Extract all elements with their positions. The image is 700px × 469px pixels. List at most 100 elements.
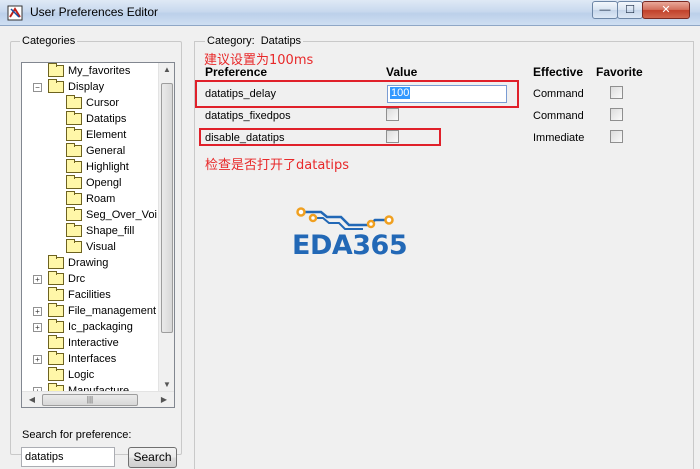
folder-icon <box>48 63 64 77</box>
folder-icon <box>48 367 64 381</box>
folder-icon <box>66 127 82 141</box>
tree-item-label: Interfaces <box>68 353 117 365</box>
category-tree[interactable]: My_favorites − Display Cursor Datatips Elemen… <box>21 62 175 408</box>
favorite-checkbox-datatips-delay[interactable] <box>610 86 623 99</box>
expand-icon[interactable]: + <box>33 307 42 316</box>
folder-icon <box>48 271 64 285</box>
vertical-scroll-thumb[interactable] <box>161 83 173 333</box>
tree-item-label: Drc <box>68 273 86 285</box>
categories-label: Categories <box>20 35 78 47</box>
tree-item-logic[interactable]: Logic <box>22 367 160 383</box>
tree-item-label: Highlight <box>86 161 129 173</box>
tree-item-label: Drawing <box>68 257 109 269</box>
category-value: Datatips <box>260 35 302 47</box>
collapse-icon[interactable]: − <box>33 83 42 92</box>
minimize-button[interactable]: — <box>592 1 618 19</box>
folder-icon <box>66 175 82 189</box>
tree-item-opengl[interactable]: Opengl <box>22 175 160 191</box>
preference-column-header: Preference <box>205 65 268 79</box>
tree-item-label: Shape_fill <box>86 225 135 237</box>
tree-item-datatips[interactable]: Datatips <box>22 111 160 127</box>
expand-icon[interactable]: + <box>33 323 42 332</box>
close-button[interactable]: ✕ <box>642 1 690 19</box>
scroll-right-arrow-icon[interactable]: ▶ <box>156 395 172 404</box>
tree-item-highlight[interactable]: Highlight <box>22 159 160 175</box>
eda365-logo-text: EDA365 <box>292 230 408 261</box>
tree-item-interfaces[interactable]: + Interfaces <box>22 351 160 367</box>
scroll-down-arrow-icon[interactable]: ▼ <box>159 380 174 389</box>
search-input[interactable] <box>21 447 115 467</box>
tree-item-drc[interactable]: + Drc <box>22 271 160 287</box>
favorite-checkbox-disable-datatips[interactable] <box>610 130 623 143</box>
value-column-header: Value <box>386 65 418 79</box>
tree-item-label: Roam <box>86 193 116 205</box>
tree-item-label: Visual <box>86 241 116 253</box>
effective-datatips-fixedpos: Command <box>533 110 584 122</box>
folder-icon <box>48 319 64 333</box>
folder-icon <box>66 207 82 221</box>
tree-item-label: My_favorites <box>68 65 131 77</box>
tree-item-manufacture[interactable]: +Manufacture <box>22 383 160 391</box>
title-bar: User Preferences Editor — ☐ ✕ <box>0 0 700 26</box>
tree-item-my-favorites[interactable]: My_favorites <box>22 63 160 79</box>
tree-item-visual[interactable]: Visual <box>22 239 160 255</box>
horizontal-scroll-thumb[interactable]: ||| <box>42 394 138 406</box>
tree-item-general[interactable]: General <box>22 143 160 159</box>
tree-item-label: Datatips <box>86 113 127 125</box>
app-icon <box>7 5 23 21</box>
search-label: Search for preference: <box>22 429 132 441</box>
tree-item-file-management[interactable]: + File_management <box>22 303 160 319</box>
favorite-column-header: Favorite <box>596 65 643 79</box>
category-header: Category: Datatips <box>205 35 304 47</box>
folder-icon <box>66 159 82 173</box>
tree-item-label: Display <box>68 81 105 93</box>
expand-icon[interactable]: + <box>33 275 42 284</box>
folder-icon <box>66 143 82 157</box>
tree-horizontal-scrollbar[interactable]: ◀ ||| ▶ <box>22 391 174 407</box>
tree-item-label: Element <box>86 129 127 141</box>
folder-icon <box>48 255 64 269</box>
tree-rows: My_favorites − Display Cursor Datatips Elemen… <box>22 63 160 391</box>
folder-icon <box>66 223 82 237</box>
scroll-left-arrow-icon[interactable]: ◀ <box>24 395 40 404</box>
expand-icon[interactable]: + <box>33 355 42 364</box>
tree-item-roam[interactable]: Roam <box>22 191 160 207</box>
tree-item-label: General <box>86 145 126 157</box>
folder-icon <box>48 287 64 301</box>
annotation-note-check: 检查是否打开了datatips <box>205 158 350 173</box>
annotation-box-disable-datatips <box>199 128 441 146</box>
tree-item-interactive[interactable]: Interactive <box>22 335 160 351</box>
tree-item-drawing[interactable]: Drawing <box>22 255 160 271</box>
folder-icon <box>66 111 82 125</box>
tree-item-ic-packaging[interactable]: + Ic_packaging <box>22 319 160 335</box>
folder-icon <box>48 351 64 365</box>
annotation-box-datatips-delay <box>195 80 519 108</box>
tree-item-label: Ic_packaging <box>68 321 133 333</box>
effective-column-header: Effective <box>533 65 584 79</box>
datatips-fixedpos-checkbox[interactable] <box>386 108 399 121</box>
tree-item-display[interactable]: − Display <box>22 79 160 95</box>
maximize-button[interactable]: ☐ <box>617 1 643 19</box>
tree-vertical-scrollbar[interactable]: ▲ ▼ <box>158 63 174 391</box>
tree-item-facilities[interactable]: Facilities <box>22 287 160 303</box>
tree-item-label: Interactive <box>68 337 119 349</box>
search-button[interactable]: Search <box>128 447 177 468</box>
folder-icon <box>66 191 82 205</box>
tree-item-shape-fill[interactable]: Shape_fill <box>22 223 160 239</box>
tree-item-label: Facilities <box>68 289 111 301</box>
favorite-checkbox-datatips-fixedpos[interactable] <box>610 108 623 121</box>
folder-icon <box>48 335 64 349</box>
effective-disable-datatips: Immediate <box>533 132 585 144</box>
pref-name-datatips-fixedpos: datatips_fixedpos <box>205 110 291 122</box>
tree-item-cursor[interactable]: Cursor <box>22 95 160 111</box>
category-prefix: Category: <box>207 35 255 47</box>
tree-item-seg-over-voi[interactable]: Seg_Over_Voi <box>22 207 160 223</box>
tree-item-element[interactable]: Element <box>22 127 160 143</box>
tree-item-label: Seg_Over_Voi <box>86 209 157 221</box>
folder-icon <box>48 303 64 317</box>
tree-item-label: File_management <box>68 305 157 317</box>
folder-icon <box>66 239 82 253</box>
tree-item-label: Opengl <box>86 177 122 189</box>
scroll-up-arrow-icon[interactable]: ▲ <box>159 65 174 74</box>
folder-icon <box>66 95 82 109</box>
